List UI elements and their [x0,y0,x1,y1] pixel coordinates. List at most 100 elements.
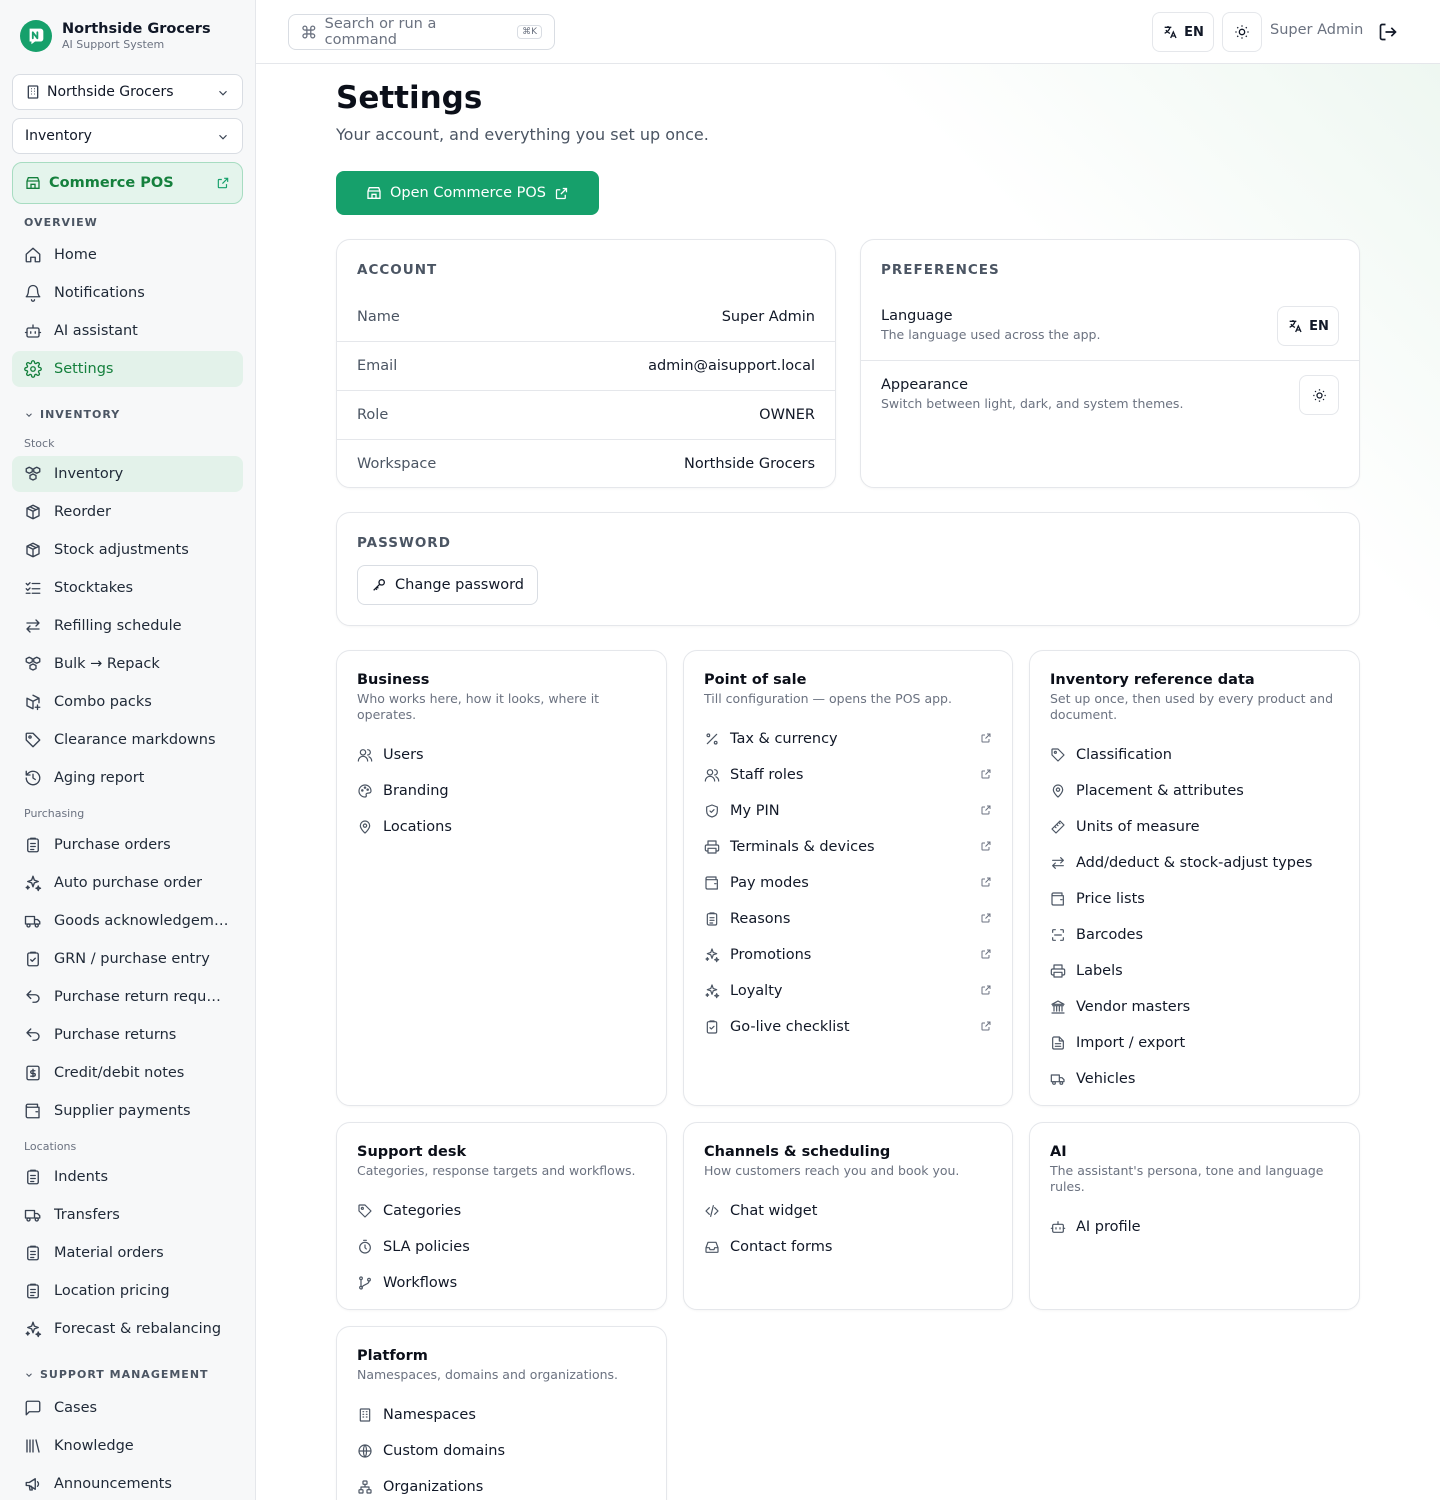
settings-link-sla-policies[interactable]: SLA policies [357,1229,646,1265]
sidebar-item-transfers[interactable]: Transfers [12,1197,243,1233]
sidebar-item-purchase-return-requests[interactable]: Purchase return requests [12,979,243,1015]
workspace-select-value: Northside Grocers [47,84,174,100]
business-settings-card: Business Who works here, how it looks, wh… [336,650,667,1106]
account-value: Super Admin [721,308,815,325]
settings-link-promotions[interactable]: Promotions [704,937,992,973]
sidebar-item-label: Home [54,247,97,263]
sidebar-item-settings[interactable]: Settings [12,351,243,387]
package-plus-icon [24,693,42,711]
settings-link-loyalty[interactable]: Loyalty [704,973,992,1009]
wallet-icon [1050,891,1066,907]
settings-link-branding[interactable]: Branding [357,773,646,809]
appearance-pref-button[interactable] [1299,375,1339,415]
sidebar-item-indents[interactable]: Indents [12,1159,243,1195]
settings-link-vendor-masters[interactable]: Vendor masters [1050,989,1339,1025]
settings-link-pay-modes[interactable]: Pay modes [704,865,992,901]
settings-link-custom-domains[interactable]: Custom domains [357,1433,646,1469]
sidebar-item-forecast-rebalancing[interactable]: Forecast & rebalancing [12,1311,243,1347]
settings-link-units-of-measure[interactable]: Units of measure [1050,809,1339,845]
sidebar-item-location-pricing[interactable]: Location pricing [12,1273,243,1309]
inventory-reference-card: Inventory reference data Set up once, the… [1029,650,1360,1106]
settings-link-users[interactable]: Users [357,737,646,773]
settings-link-staff-roles[interactable]: Staff roles [704,757,992,793]
sidebar-item-refilling-schedule[interactable]: Refilling schedule [12,608,243,644]
open-commerce-pos-button[interactable]: Open Commerce POS [336,171,599,215]
sidebar-item-aging-report[interactable]: Aging report [12,760,243,796]
workspace-select[interactable]: Northside Grocers [12,74,243,110]
undo-icon [24,988,42,1006]
sidebar-item-home[interactable]: Home [12,237,243,273]
sidebar-item-inventory[interactable]: Inventory [12,456,243,492]
settings-link-namespaces[interactable]: Namespaces [357,1397,646,1433]
settings-link-go-live-checklist[interactable]: Go-live checklist [704,1009,992,1045]
settings-link-terminals-devices[interactable]: Terminals & devices [704,829,992,865]
language-button[interactable]: EN [1152,12,1214,52]
settings-link-label: Staff roles [730,767,804,783]
settings-link-vehicles[interactable]: Vehicles [1050,1061,1339,1097]
truck-icon [1050,1074,1065,1085]
settings-link-workflows[interactable]: Workflows [357,1265,646,1301]
bot-icon [1050,1221,1066,1233]
sidebar-item-goods-acknowledgement[interactable]: Goods acknowledgement [12,903,243,939]
sidebar-item-combo-packs[interactable]: Combo packs [12,684,243,720]
settings-link-add-deduct-stock-adjust-types[interactable]: Add/deduct & stock-adjust types [1050,845,1339,881]
module-select[interactable]: Inventory [12,118,243,154]
settings-link-ai-profile[interactable]: AI profile [1050,1209,1339,1245]
bot-icon [24,322,42,340]
settings-link-organizations[interactable]: Organizations [357,1469,646,1500]
settings-link-tax-currency[interactable]: Tax & currency [704,721,992,757]
settings-link-import-export[interactable]: Import / export [1050,1025,1339,1061]
channels-card: Channels & scheduling How customers reach… [683,1122,1013,1310]
sidebar-item-bulk-repack[interactable]: Bulk → Repack [12,646,243,682]
sidebar-item-material-orders[interactable]: Material orders [12,1235,243,1271]
main-content: Settings Your account, and everything yo… [256,64,1440,1500]
theme-toggle-button[interactable] [1222,12,1262,52]
arrows-icon [24,617,42,635]
support-section-title[interactable]: SUPPORT MANAGEMENT [24,1368,209,1381]
settings-link-classification[interactable]: Classification [1050,737,1339,773]
bot-icon [1050,1219,1066,1235]
sidebar-item-announcements[interactable]: Announcements [12,1466,243,1500]
logout-button[interactable] [1378,22,1398,42]
sidebar-item-ai-assistant[interactable]: AI assistant [12,313,243,349]
settings-link-reasons[interactable]: Reasons [704,901,992,937]
settings-link-placement-attributes[interactable]: Placement & attributes [1050,773,1339,809]
settings-link-labels[interactable]: Labels [1050,953,1339,989]
search-input[interactable]: Search or run a command ⌘K [288,14,555,50]
sidebar-item-auto-purchase-order[interactable]: Auto purchase order [12,865,243,901]
sidebar-item-supplier-payments[interactable]: Supplier payments [12,1093,243,1129]
language-pref-button[interactable]: EN [1277,306,1339,346]
settings-link-barcodes[interactable]: Barcodes [1050,917,1339,953]
settings-link-price-lists[interactable]: Price lists [1050,881,1339,917]
sidebar-item-knowledge[interactable]: Knowledge [12,1428,243,1464]
settings-link-contact-forms[interactable]: Contact forms [704,1229,992,1265]
settings-link-categories[interactable]: Categories [357,1193,646,1229]
sidebar-item-purchase-returns[interactable]: Purchase returns [12,1017,243,1053]
sidebar-item-stocktakes[interactable]: Stocktakes [12,570,243,606]
sidebar-item-stock-adjustments[interactable]: Stock adjustments [12,532,243,568]
sidebar-item-credit-debit-notes[interactable]: Credit/debit notes [12,1055,243,1091]
building-icon [359,1408,371,1422]
commerce-pos-button[interactable]: Commerce POS [12,162,243,204]
sidebar-item-purchase-orders[interactable]: Purchase orders [12,827,243,863]
printer-icon [704,839,720,855]
brand[interactable]: Northside Grocers AI Support System [20,20,211,52]
clipboard-icon [27,837,39,853]
wallet-icon [704,875,720,891]
account-row: Name Super Admin [337,292,835,341]
change-password-button[interactable]: Change password [357,565,538,605]
settings-link-my-pin[interactable]: My PIN [704,793,992,829]
preferences-title: PREFERENCES [881,262,1000,278]
sidebar-item-notifications[interactable]: Notifications [12,275,243,311]
settings-link-chat-widget[interactable]: Chat widget [704,1193,992,1229]
sidebar-item-reorder[interactable]: Reorder [12,494,243,530]
user-name[interactable]: Super Admin [1270,22,1363,38]
sidebar-item-grn-purchase-entry[interactable]: GRN / purchase entry [12,941,243,977]
group-description: Namespaces, domains and organizations. [357,1367,619,1382]
platform-card: Platform Namespaces, domains and organiza… [336,1326,667,1500]
tag-icon [1050,747,1066,763]
sidebar-item-cases[interactable]: Cases [12,1390,243,1426]
inventory-section-title[interactable]: INVENTORY [24,408,120,421]
settings-link-locations[interactable]: Locations [357,809,646,845]
sidebar-item-clearance-markdowns[interactable]: Clearance markdowns [12,722,243,758]
